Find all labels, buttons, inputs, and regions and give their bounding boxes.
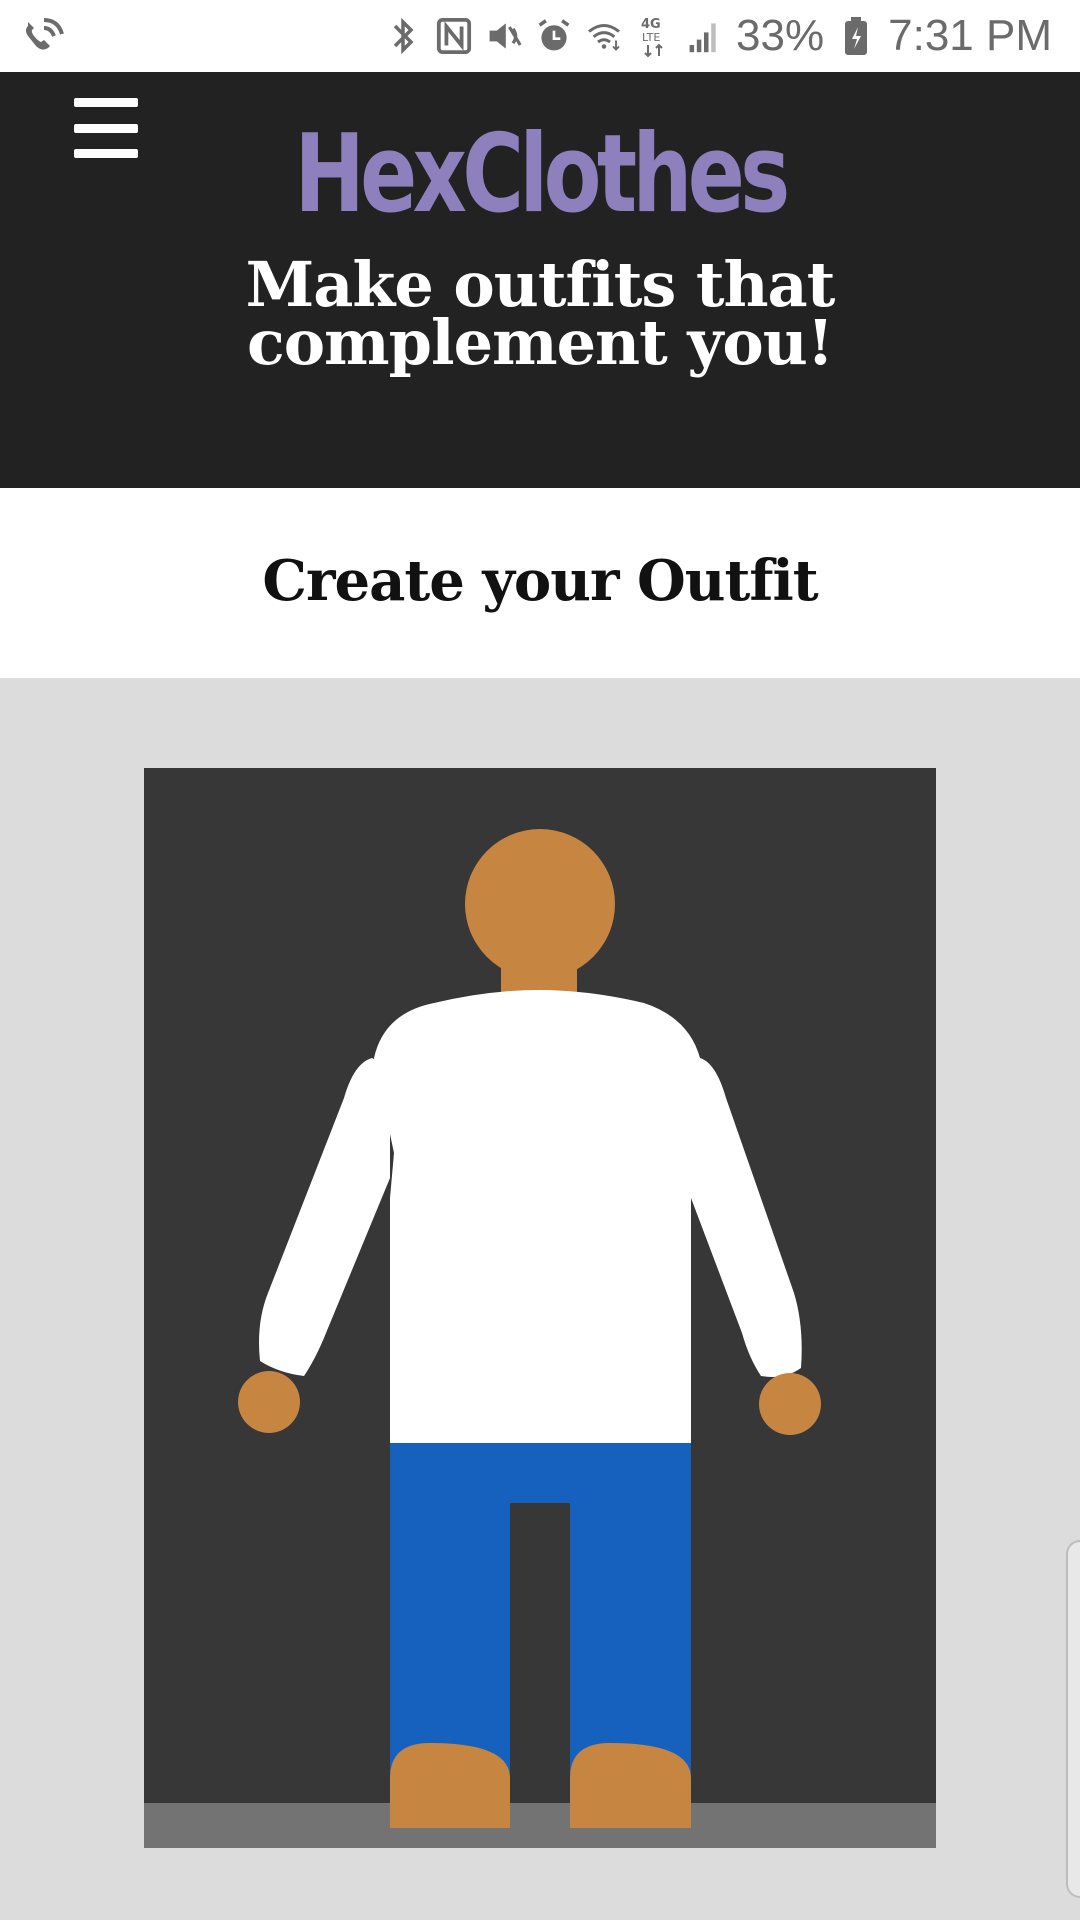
side-panel-handle[interactable]: [1066, 1540, 1080, 1898]
brand-logo-text: HexClothes: [294, 112, 790, 237]
tagline: Make outfits that complement you!: [245, 248, 836, 379]
shirt-left-sleeve: [259, 1058, 390, 1376]
battery-percent: 33%: [736, 11, 825, 60]
mannequin-left-foot: [390, 1743, 510, 1828]
nfc-icon: [436, 16, 472, 56]
wifi-calling-icon: [18, 12, 68, 62]
status-bar: 4G LTE 33% 7:31 PM: [0, 0, 1080, 72]
svg-text:LTE: LTE: [642, 31, 660, 44]
shirt: [374, 990, 700, 1443]
battery-icon: [838, 16, 874, 56]
pants: [390, 1443, 691, 1773]
mannequin-right-foot: [570, 1743, 691, 1828]
app-header: HexClothes Make outfits that complement …: [0, 72, 1080, 488]
mannequin-neck: [501, 948, 577, 992]
create-outfit-section: Create your Outfit: [0, 488, 1080, 678]
shirt-right-sleeve: [691, 1058, 802, 1377]
section-title: Create your Outfit: [262, 548, 818, 614]
bluetooth-icon: [386, 16, 422, 56]
lte-icon: 4G LTE: [636, 16, 672, 58]
outfit-canvas: [144, 768, 936, 1848]
signal-icon: [686, 16, 722, 56]
outfit-area: [0, 678, 1080, 1920]
svg-text:4G: 4G: [641, 17, 661, 32]
alarm-icon: [536, 16, 572, 56]
mannequin-left-hand: [238, 1371, 300, 1433]
mannequin-figure: [238, 829, 821, 1828]
mannequin-right-hand: [759, 1373, 821, 1435]
wifi-icon: [586, 16, 622, 56]
clock: 7:31 PM: [888, 11, 1052, 60]
mute-icon: [486, 16, 522, 56]
